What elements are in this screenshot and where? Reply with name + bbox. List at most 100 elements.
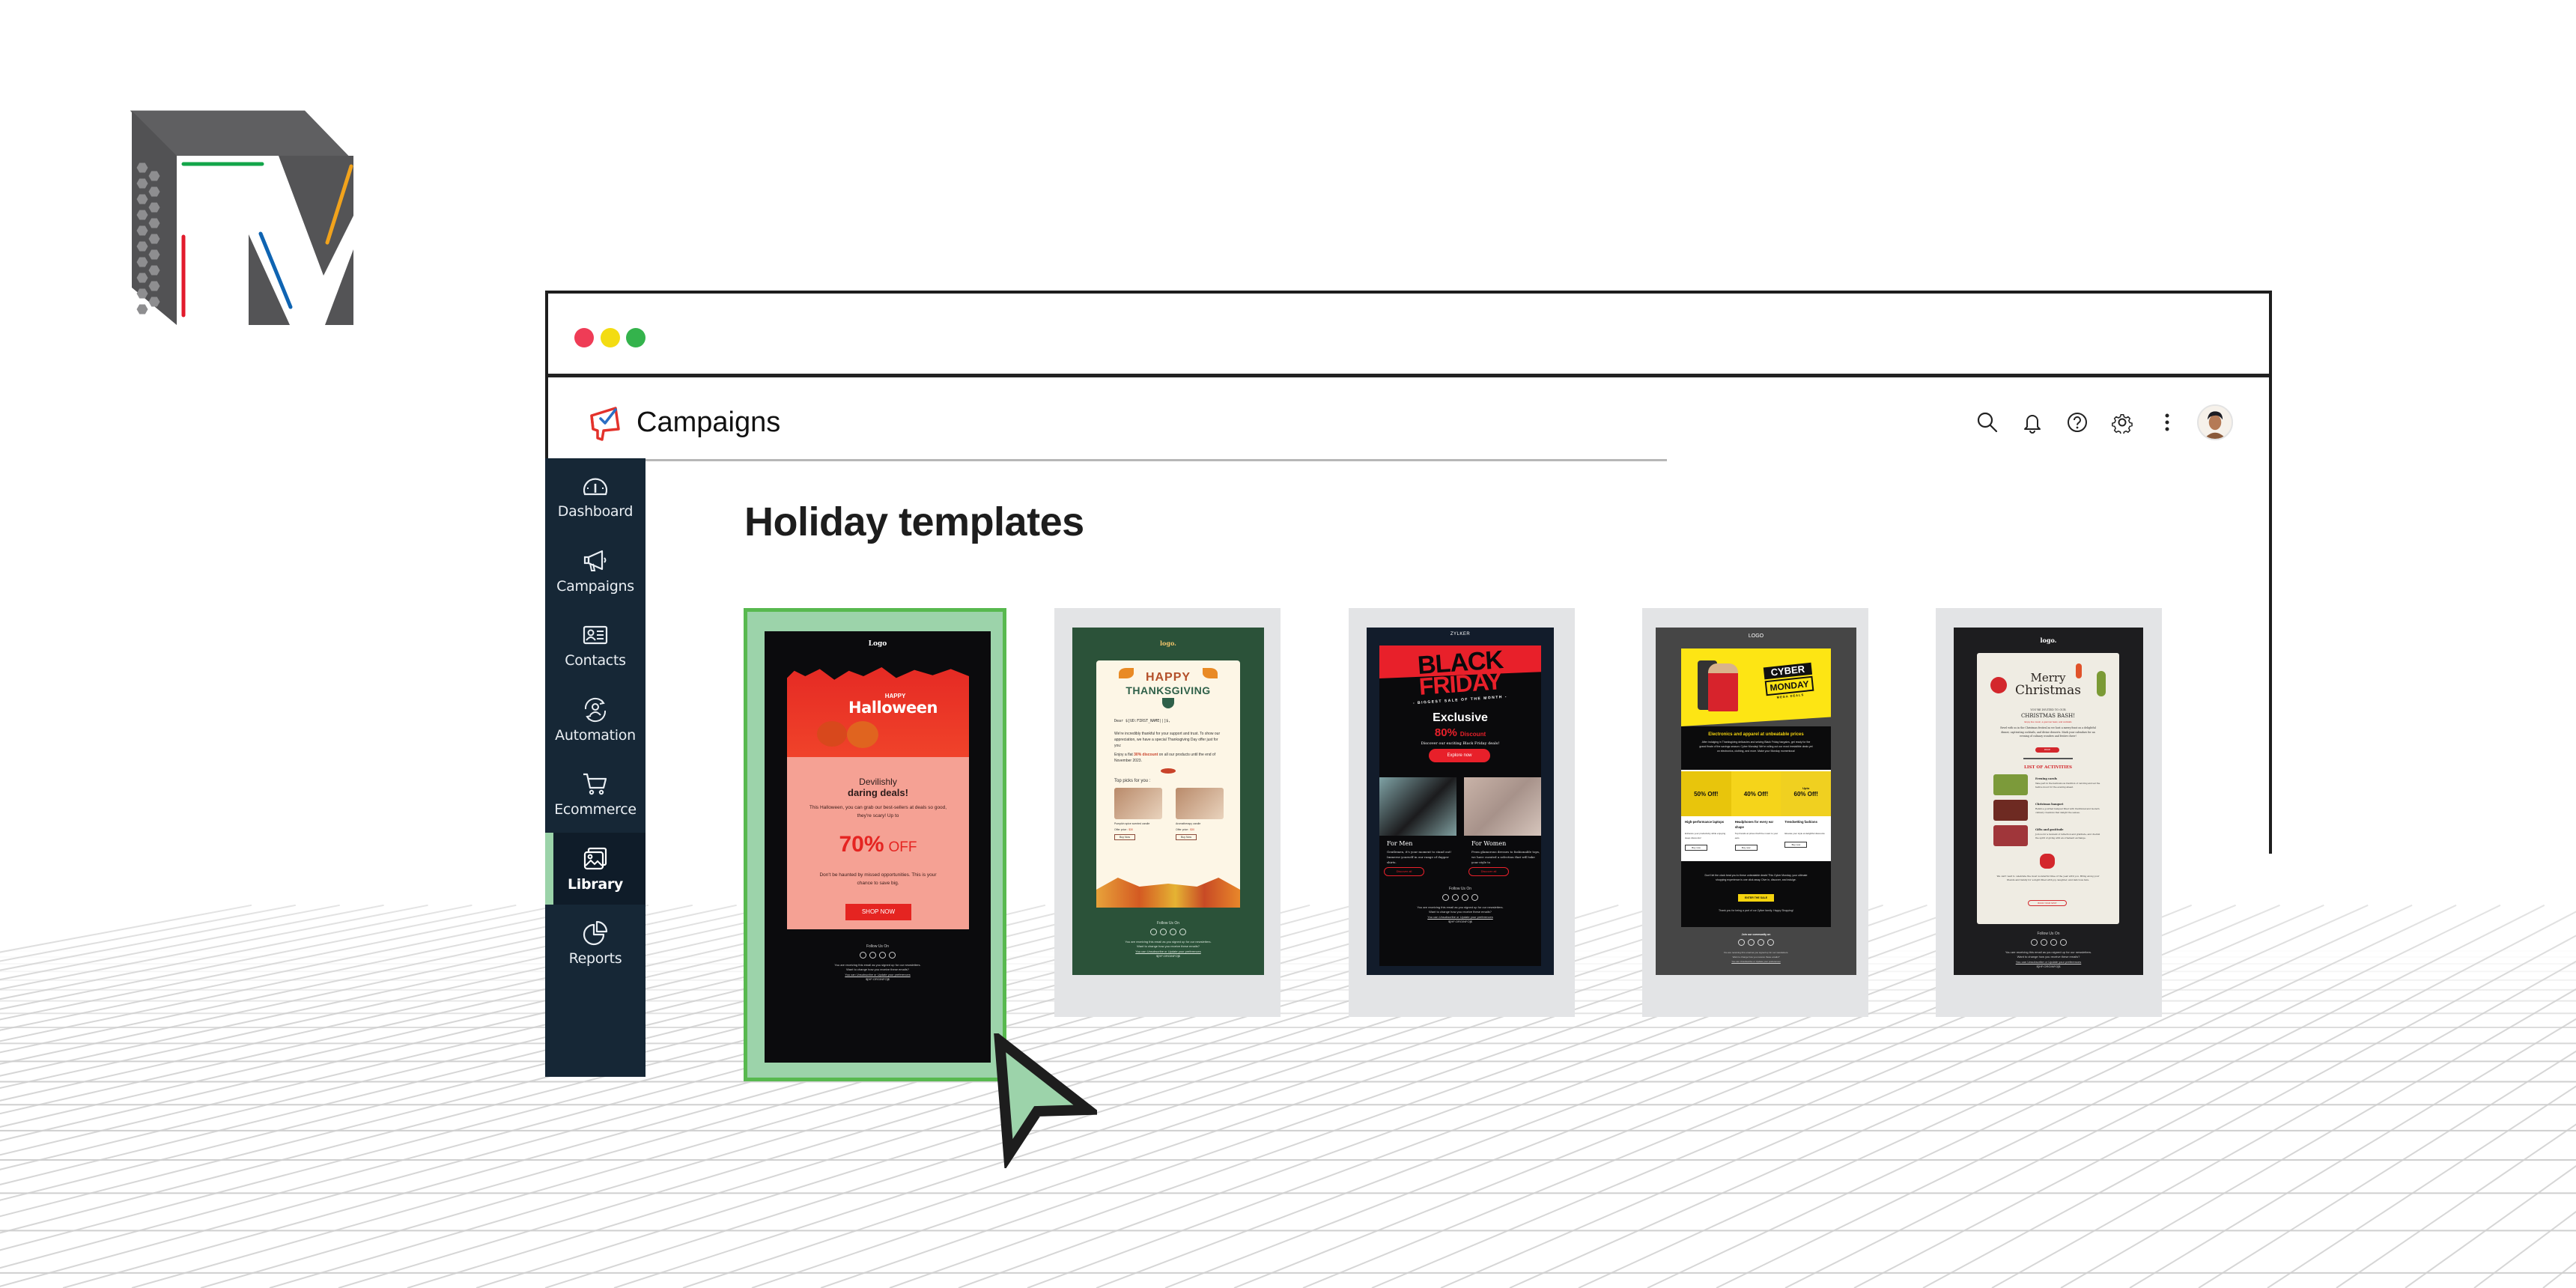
email-preview: LOGO CYBER MONDAY MEGA DEALS Electronics and… — [1656, 628, 1856, 975]
footer-text: You are receiving this email as you sign… — [1723, 951, 1789, 954]
banner-small-text: HAPPY — [1145, 671, 1191, 684]
shop-now-button[interactable]: SHOP NOW — [845, 904, 911, 920]
help-icon[interactable] — [2062, 407, 2092, 437]
template-card-cyber-monday[interactable]: LOGO CYBER MONDAY MEGA DEALS Electronics and… — [1642, 608, 1868, 1017]
maximize-window-button[interactable] — [626, 328, 645, 347]
offer-line: 80% Discount — [1379, 726, 1541, 740]
deal-tile: 50% Off! — [1681, 771, 1731, 816]
sidebar-item-reports[interactable]: Reports — [545, 907, 645, 979]
social-icons — [1954, 939, 2143, 947]
cyber-monday-intro: Electronics and apparel at unbeatable pr… — [1681, 726, 1831, 770]
gear-icon[interactable] — [2107, 407, 2137, 437]
pinterest-icon[interactable] — [1471, 894, 1478, 901]
facebook-icon[interactable] — [860, 952, 866, 959]
template-card-christmas[interactable]: logo. Merry Christmas YOU'RE INVITED TO OUR… — [1936, 608, 2162, 1017]
twitter-icon[interactable] — [1160, 929, 1167, 935]
activity-title: Evening carols — [2035, 777, 2057, 780]
sidebar-item-contacts[interactable]: Contacts — [545, 609, 645, 681]
headline-bold: daring deals! — [848, 787, 908, 798]
pie-chart-icon — [583, 920, 608, 946]
email-preview: Logo HAPPY Halloween Devilishly daring deals… — [765, 631, 991, 1063]
pinterest-icon[interactable] — [889, 952, 896, 959]
banner-line-2: Christmas — [2014, 683, 2082, 698]
deal-prefix: Upto — [1802, 786, 1810, 790]
linkedin-icon[interactable] — [1170, 929, 1176, 935]
twitter-icon[interactable] — [2040, 939, 2047, 946]
facebook-icon[interactable] — [1150, 929, 1157, 935]
enter-sale-button[interactable]: ENTER THE SALE — [1738, 894, 1774, 902]
minimize-window-button[interactable] — [601, 328, 620, 347]
price-value: $30 — [1128, 828, 1134, 831]
megaphone-icon — [583, 550, 607, 571]
social-icons — [765, 952, 991, 959]
social-icons — [1379, 894, 1541, 902]
sidebar-item-library[interactable]: Library — [545, 832, 645, 905]
twitter-icon[interactable] — [1748, 939, 1755, 946]
bell-icon[interactable] — [2017, 407, 2047, 437]
cart-icon — [583, 773, 607, 795]
facebook-icon[interactable] — [1758, 939, 1764, 946]
closing-text: We can't wait to celebrate the most wond… — [1996, 875, 2100, 881]
linkedin-icon[interactable] — [879, 952, 886, 959]
sidebar-item-dashboard[interactable]: Dashboard — [545, 460, 645, 532]
twitter-icon[interactable] — [869, 952, 876, 959]
banner-big-text: Halloween — [848, 699, 938, 717]
section-body: From glamorous dresses to fashionable to… — [1471, 850, 1540, 864]
search-icon[interactable] — [1972, 407, 2002, 437]
buy-now-button[interactable]: Buy Now — [1114, 834, 1135, 840]
cyber-monday-logo: CYBER MONDAY MEGA DEALS — [1763, 662, 1814, 702]
linkedin-icon[interactable] — [2050, 939, 2057, 946]
facebook-icon[interactable] — [2030, 939, 2038, 946]
sidebar-item-label: Ecommerce — [554, 801, 637, 818]
linkedin-icon[interactable] — [1767, 939, 1774, 946]
footer-follow-label: Follow Us On — [1156, 921, 1179, 926]
app-name: Campaigns — [637, 407, 781, 438]
facebook-icon[interactable] — [1442, 894, 1449, 901]
discover-all-button[interactable]: Discover all — [1384, 867, 1424, 876]
footer-text: You are receiving this email as you sign… — [2005, 950, 2092, 954]
book-your-spot-button[interactable]: BOOK YOUR SPOT — [2028, 900, 2067, 906]
section-title: For Women — [1471, 840, 1507, 847]
harvest-illustration — [1096, 878, 1240, 908]
footer-text: Want to change how you receive these ema… — [1732, 956, 1780, 959]
sidebar-item-ecommerce[interactable]: Ecommerce — [545, 758, 645, 830]
activity-title: Christmas banquet — [2035, 803, 2064, 806]
sidebar-item-campaigns[interactable]: Campaigns — [545, 535, 645, 607]
offer-value: 70% — [839, 832, 884, 857]
deal-body: Elevate your style at delightful discoun… — [1784, 832, 1825, 835]
footer-org: $[HF:ORGINFO]$ — [1156, 954, 1180, 958]
buy-now-button[interactable]: Buy now — [1685, 845, 1707, 851]
buy-now-button[interactable]: Buy now — [1734, 845, 1758, 851]
template-card-black-friday[interactable]: ZYLKER BLACK FRIDAY - BIGGEST SALE OF THE M… — [1349, 608, 1575, 1017]
pinterest-icon[interactable] — [1738, 939, 1745, 946]
footer-links: You can Unsubscribe or Update your prefe… — [1731, 960, 1781, 963]
discover-all-button[interactable]: Discover all — [1468, 867, 1509, 876]
avatar[interactable] — [2197, 404, 2233, 440]
sidebar-item-automation[interactable]: Automation — [545, 684, 645, 756]
product-name: Aromatherapy candle — [1176, 822, 1201, 825]
linkedin-icon[interactable] — [1462, 894, 1468, 901]
template-card-halloween[interactable]: Logo HAPPY Halloween Devilishly daring deals… — [744, 608, 1006, 1081]
buy-now-button[interactable]: Buy now — [1784, 842, 1808, 848]
close-window-button[interactable] — [574, 328, 594, 347]
explore-now-button[interactable]: Explore now — [1429, 749, 1490, 762]
section-image — [1464, 777, 1541, 836]
pinterest-icon[interactable] — [2059, 939, 2067, 946]
section-image — [1379, 777, 1456, 836]
template-card-thanksgiving[interactable]: logo. HAPPY THANKSGIVING Dear $[UD:FIRST_NA… — [1054, 608, 1281, 1017]
pinterest-icon[interactable] — [1179, 929, 1186, 935]
acorn-icon — [1162, 698, 1174, 708]
cyber-monday-closing: Don't let the clock beat you to these un… — [1681, 861, 1831, 927]
thanks-text: Thank you for being a part of our Zylker… — [1719, 909, 1793, 912]
email-preview: ZYLKER BLACK FRIDAY - BIGGEST SALE OF THE M… — [1367, 628, 1554, 975]
deal-tile: Upto 60% Off! — [1781, 771, 1832, 816]
buy-now-button[interactable]: Buy Now — [1176, 834, 1197, 840]
email-preview: logo. HAPPY THANKSGIVING Dear $[UD:FIRST_NA… — [1072, 628, 1264, 975]
twitter-icon[interactable] — [1452, 894, 1459, 901]
social-icons — [1656, 939, 1856, 947]
pumpkin-divider — [1161, 768, 1176, 774]
more-vertical-icon[interactable] — [2152, 407, 2182, 437]
rsvp-button[interactable]: RSVP — [2035, 747, 2059, 753]
picks-title: Top picks for you : — [1114, 779, 1151, 783]
mouse-pointer-icon — [994, 1033, 1097, 1168]
